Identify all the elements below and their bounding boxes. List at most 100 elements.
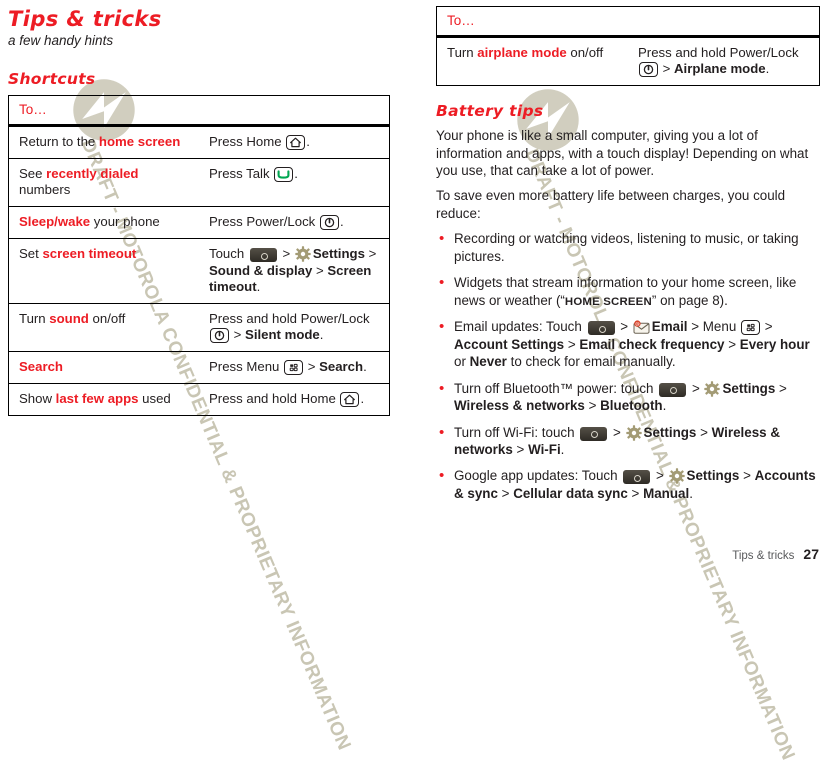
settings-gear-icon xyxy=(625,424,642,441)
action-text: Press and hold Power/Lock xyxy=(209,310,370,326)
table-row: Search Press Menu > Search. xyxy=(8,350,390,384)
task-highlight: sound xyxy=(49,310,89,326)
action-text: > xyxy=(304,358,320,374)
action-text: Press Home xyxy=(209,134,286,150)
bullet-text: to check for email manually. xyxy=(506,354,676,370)
power-lock-key-icon xyxy=(639,62,658,78)
table-row: Turn airplane mode on/off Press and hold… xyxy=(437,37,820,86)
task-cell: Turn sound on/off xyxy=(8,302,199,352)
bullet-bold: Settings xyxy=(686,468,740,484)
settings-gear-icon xyxy=(295,246,311,263)
page-title: Tips & tricks xyxy=(8,7,162,31)
task-cell: Sleep/wake your phone xyxy=(8,206,199,239)
action-text: . xyxy=(360,390,365,406)
action-text: . xyxy=(765,61,770,77)
bullet-bold: Account Settings xyxy=(454,336,565,352)
cross-reference: Home screen xyxy=(564,295,652,308)
bullet-text: . xyxy=(662,398,667,414)
bullet-bold: Email xyxy=(651,319,688,335)
action-cell: Press Home . xyxy=(199,126,390,159)
launcher-icon xyxy=(587,321,615,336)
bullet-text: . xyxy=(560,441,565,457)
action-cell: Press and hold Power/Lock > Silent mode. xyxy=(199,302,390,352)
table-row: See recently dialed numbers Press Talk . xyxy=(8,158,390,207)
action-text: Press and hold Home xyxy=(209,390,340,406)
action-text: Press Menu xyxy=(209,358,284,374)
action-bold: Silent mode xyxy=(245,326,320,342)
action-text: > xyxy=(364,246,377,262)
bullet-text: > Menu xyxy=(687,319,740,335)
bullet-text: > xyxy=(761,319,773,335)
list-item: Recording or watching videos, listening … xyxy=(436,229,820,265)
list-item: Turn off Wi-Fi: touch > Settings > Wirel… xyxy=(436,423,820,459)
svg-text:@: @ xyxy=(635,321,640,327)
launcher-icon xyxy=(623,470,651,485)
page-subtitle: a few handy hints xyxy=(8,33,114,49)
task-text: Show xyxy=(19,390,56,406)
left-column: Tips & tricks a few handy hints Shortcut… xyxy=(8,0,390,417)
task-text: See xyxy=(19,166,47,182)
bullet-text: Email updates: Touch xyxy=(454,319,586,335)
table-row: Sleep/wake your phone Press Power/Lock . xyxy=(8,206,390,239)
action-text: Press Power/Lock xyxy=(209,214,319,230)
action-text: > xyxy=(312,262,328,278)
footer-chapter-label: Tips & tricks xyxy=(732,550,795,562)
bullet-text: Turn off Bluetooth™ power: touch xyxy=(454,380,658,396)
bullet-text: > xyxy=(584,398,601,414)
bullet-text: > xyxy=(616,319,632,335)
table-header-row: To… xyxy=(436,6,820,38)
section-heading-battery-tips: Battery tips xyxy=(436,102,544,121)
task-highlight: Search xyxy=(19,358,63,374)
bullet-text: . xyxy=(689,485,693,501)
table-header-cell: To… xyxy=(8,95,390,128)
settings-gear-icon xyxy=(668,468,685,485)
list-item: Widgets that stream information to your … xyxy=(436,273,820,309)
bullet-bold: Wi-Fi xyxy=(528,441,561,457)
bullet-text: > xyxy=(609,424,625,440)
battery-tips-list: Recording or watching videos, listening … xyxy=(436,229,820,502)
launcher-icon xyxy=(249,248,277,263)
bullet-text: > xyxy=(497,485,514,501)
bullet-text: > xyxy=(627,485,644,501)
action-bold: Settings xyxy=(312,246,365,262)
list-item: Google app updates: Touch > Settings > A… xyxy=(436,466,820,502)
task-highlight: last few apps xyxy=(55,390,139,406)
task-text: Turn xyxy=(447,45,478,60)
action-cell: Press and hold Power/Lock > Airplane mod… xyxy=(628,37,820,86)
task-cell: See recently dialed numbers xyxy=(8,158,199,207)
action-text: . xyxy=(319,326,324,342)
airplane-mode-table: To… Turn airplane mode on/off Press and … xyxy=(436,6,820,87)
action-text: . xyxy=(339,214,344,230)
table-row: Show last few apps used Press and hold H… xyxy=(8,382,390,416)
home-key-icon xyxy=(340,391,360,407)
bullet-text: > xyxy=(724,336,740,352)
list-item: Turn off Bluetooth™ power: touch > Setti… xyxy=(436,379,820,415)
bullet-bold: Cellular data sync xyxy=(513,485,628,501)
bullet-bold: Every hour xyxy=(739,336,810,352)
task-highlight: home screen xyxy=(98,134,181,150)
right-column: To… Turn airplane mode on/off Press and … xyxy=(436,0,820,511)
manual-page: DRAFT - MOTOROLA CONFIDENTIAL & PROPRIET… xyxy=(0,0,827,763)
bullet-bold: Settings xyxy=(643,424,697,440)
task-text: your phone xyxy=(90,214,160,230)
task-text: on/off xyxy=(88,310,126,326)
bullet-bold: Manual xyxy=(643,485,690,501)
bullet-bold: Email check frequency xyxy=(579,336,725,352)
task-cell: Turn airplane mode on/off xyxy=(437,37,629,86)
action-cell: Touch > Settings > Sound & display > Scr… xyxy=(199,238,390,304)
task-text: Set xyxy=(19,246,43,262)
bullet-bold: Wireless & networks xyxy=(454,398,585,414)
bullet-text: Turn off Wi-Fi: touch xyxy=(454,424,579,440)
action-text: . xyxy=(256,278,261,294)
task-text: numbers xyxy=(19,182,71,198)
bullet-bold: Never xyxy=(469,354,507,370)
battery-intro-paragraph-1: Your phone is like a small computer, giv… xyxy=(436,128,809,179)
task-text: used xyxy=(138,390,171,406)
bullet-text: Recording or watching videos, listening … xyxy=(454,231,799,264)
table-header-cell: To… xyxy=(436,6,820,38)
bullet-text: > xyxy=(688,380,704,396)
bullet-text: > xyxy=(652,468,668,484)
menu-key-icon xyxy=(741,320,760,336)
bullet-text: > xyxy=(775,380,787,396)
bullet-text: > xyxy=(512,441,529,457)
